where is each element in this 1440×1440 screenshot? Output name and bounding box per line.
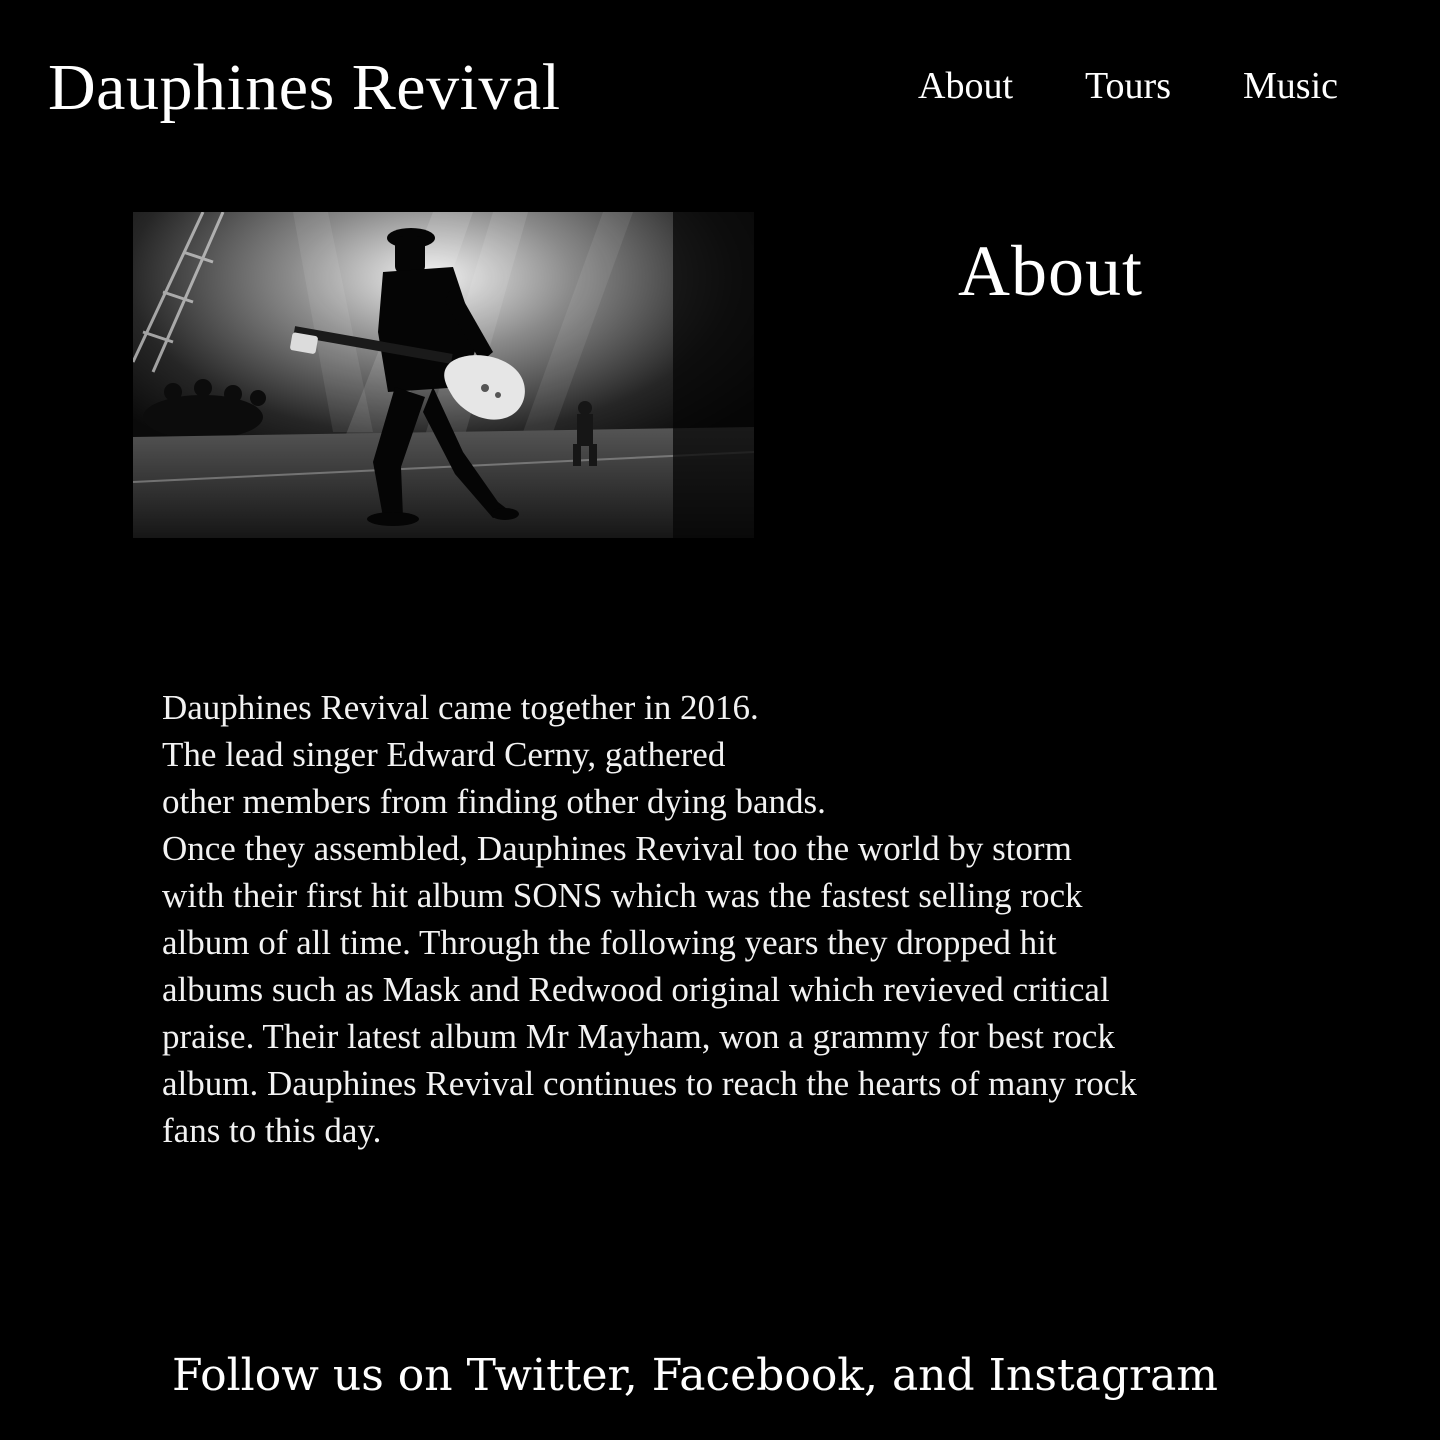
bio-line: fans to this day. (162, 1111, 382, 1150)
section-heading-about: About (958, 231, 1143, 311)
bio-line: with their first hit album SONS which wa… (162, 876, 1083, 915)
concert-guitarist-photo (133, 212, 754, 538)
band-bio: Dauphines Revival came together in 2016.… (162, 684, 1382, 1154)
bio-line: albums such as Mask and Redwood original… (162, 970, 1110, 1009)
main-nav: About Tours Music (918, 64, 1338, 110)
bio-line: album. Dauphines Revival continues to re… (162, 1064, 1137, 1103)
nav-link-tours[interactable]: Tours (1085, 64, 1171, 110)
bio-line: The lead singer Edward Cerny, gathered (162, 735, 726, 774)
bio-line: praise. Their latest album Mr Mayham, wo… (162, 1017, 1115, 1056)
social-follow-text: Follow us on Twitter, Facebook, and Inst… (172, 1350, 1219, 1401)
nav-link-music[interactable]: Music (1243, 64, 1338, 110)
bio-line: album of all time. Through the following… (162, 923, 1057, 962)
bio-line: Dauphines Revival came together in 2016. (162, 688, 759, 727)
bio-line: other members from finding other dying b… (162, 782, 826, 821)
bio-line: Once they assembled, Dauphines Revival t… (162, 829, 1072, 868)
nav-link-about[interactable]: About (918, 64, 1013, 110)
site-title[interactable]: Dauphines Revival (48, 51, 561, 125)
